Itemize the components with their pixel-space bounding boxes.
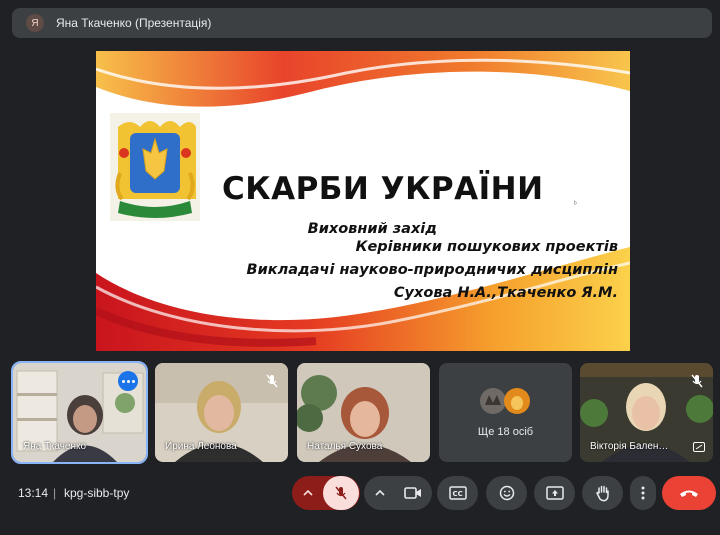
participant-tile[interactable]: Ирина Леонова <box>155 363 288 462</box>
leave-call-button[interactable] <box>662 476 716 510</box>
participant-tile[interactable]: Яна Ткаченко <box>11 361 148 464</box>
participant-name: Наталья Сухова <box>307 441 383 452</box>
mic-off-icon <box>335 486 347 500</box>
participant-name: Вікторія Бален… <box>590 441 669 452</box>
slide-line-3: Викладачі науково-природничих дисциплін <box>246 262 618 278</box>
cursor-mark: ᵇ <box>574 201 577 208</box>
mic-toggle-button[interactable] <box>323 476 359 510</box>
others-tile[interactable]: Ще 18 осіб <box>439 363 572 462</box>
svg-text:CC: CC <box>452 490 462 498</box>
clock: 13:14 <box>18 486 49 500</box>
slide-line-2: Керівники пошукових проектів <box>355 239 618 255</box>
raise-hand-icon <box>595 485 609 502</box>
participant-tile[interactable]: Наталья Сухова <box>297 363 430 462</box>
chevron-up-icon <box>375 489 385 496</box>
others-count: Ще 18 осіб <box>477 426 534 438</box>
participant-tile[interactable]: Вікторія Бален… <box>580 363 713 462</box>
slide-title: СКАРБИ УКРАЇНИ <box>222 171 544 207</box>
chevron-up-icon <box>303 489 313 496</box>
mic-off-icon <box>266 374 278 388</box>
camera-control-group <box>364 476 432 510</box>
others-avatars <box>480 388 530 414</box>
presenter-title: Яна Ткаченко (Презентація) <box>56 16 212 30</box>
ukraine-coat-of-arms-icon <box>110 113 200 221</box>
presentation-slide: СКАРБИ УКРАЇНИ ᵇ Виховний захід Керівник… <box>96 51 630 351</box>
present-button[interactable] <box>534 476 575 510</box>
presenter-avatar: Я <box>26 14 44 32</box>
mic-control-group <box>292 476 360 510</box>
camera-icon <box>404 487 421 499</box>
slide-line-1: Виховний захід <box>307 221 437 237</box>
raise-hand-button[interactable] <box>582 476 623 510</box>
more-options-button[interactable] <box>630 476 656 510</box>
reactions-button[interactable] <box>486 476 527 510</box>
emoji-icon <box>499 485 514 501</box>
participant-name: Яна Ткаченко <box>23 441 87 452</box>
participant-name: Ирина Леонова <box>165 441 237 452</box>
more-vert-icon <box>641 486 645 500</box>
meeting-code[interactable]: kpg-sibb-tpy <box>64 486 129 500</box>
video-options-button[interactable] <box>365 476 395 510</box>
pin-tile-icon[interactable] <box>693 442 705 452</box>
mic-off-icon <box>691 374 703 388</box>
present-icon <box>545 486 564 500</box>
meet-window: Я Яна Ткаченко (Презентація) СКАРБИ УКРА… <box>0 0 720 535</box>
hang-up-icon <box>680 490 698 497</box>
more-options-icon[interactable] <box>118 371 138 391</box>
captions-button[interactable]: CC <box>437 476 478 510</box>
camera-toggle-button[interactable] <box>395 476 431 510</box>
separator: | <box>53 486 57 500</box>
captions-icon: CC <box>448 486 467 500</box>
presenter-bar[interactable]: Я Яна Ткаченко (Презентація) <box>12 8 712 38</box>
audio-options-button[interactable] <box>293 476 323 510</box>
slide-line-4: Сухова Н.А.,Ткаченко Я.М. <box>393 285 618 301</box>
